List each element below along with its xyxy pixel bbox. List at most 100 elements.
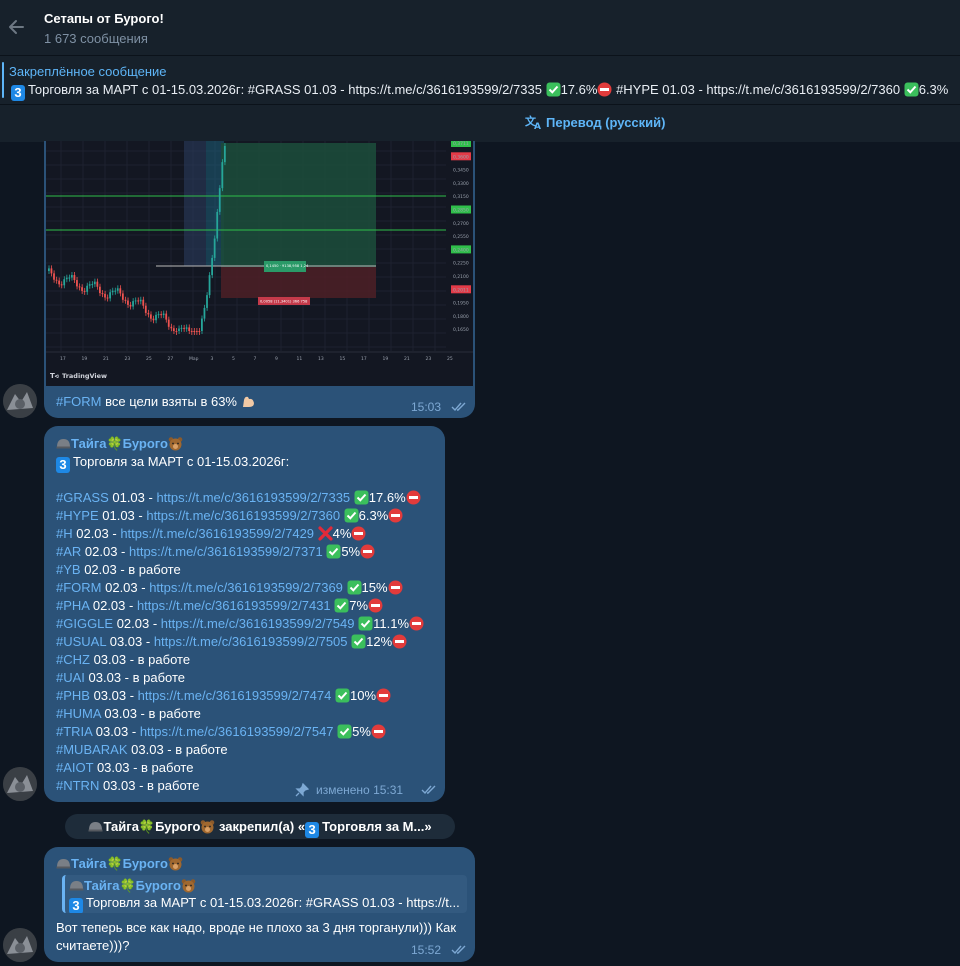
sender-name[interactable]: Тайга🍀Бурого xyxy=(71,856,168,871)
trade-row: #AIOT 03.03 - в работе xyxy=(56,759,441,777)
trade-percent: 4% xyxy=(332,526,352,541)
candle xyxy=(70,275,73,278)
x-tick-label: 19 xyxy=(82,356,88,362)
trade-link[interactable]: https://t.me/c/3616193599/2/7474 xyxy=(138,688,332,703)
candle xyxy=(63,279,66,286)
trade-link[interactable]: https://t.me/c/3616193599/2/7429 xyxy=(120,526,314,541)
message-chart[interactable]: 0,3711 0,3600 0,3450 0,3300 0,3150 0,2850 0,27… xyxy=(44,141,475,418)
hashtag-link[interactable]: #MUBARAK xyxy=(56,742,128,757)
trade-link[interactable]: https://t.me/c/3616193599/2/7369 xyxy=(149,580,343,595)
hashtag-link[interactable]: #FORM xyxy=(56,394,102,409)
avatar[interactable] xyxy=(3,928,37,962)
translate-label: Перевод (русский) xyxy=(546,115,666,130)
trade-link[interactable]: https://t.me/c/3616193599/2/7431 xyxy=(137,598,331,613)
price-label: 0,2550 xyxy=(453,234,469,240)
pinned-service-message[interactable]: Тайга🍀Бурого закрепил(а) «3 Торговля за М… xyxy=(65,814,455,839)
x-tick-label: 3 xyxy=(211,356,214,362)
hashtag-link[interactable]: #AR xyxy=(56,544,81,559)
hashtag-link[interactable]: #H xyxy=(56,526,73,541)
check-mark-icon xyxy=(358,616,373,631)
keycap-3-icon: 3 xyxy=(305,822,320,838)
chat-title[interactable]: Сетапы от Бурого! xyxy=(44,11,164,26)
hashtag-link[interactable]: #HYPE xyxy=(56,508,99,523)
price-label: 0,2011 xyxy=(453,287,469,293)
trade-row: #PHA 02.03 - https://t.me/c/3616193599/2… xyxy=(56,597,441,615)
hashtag-link[interactable]: #HUMA xyxy=(56,706,101,721)
x-tick-label: 23 xyxy=(426,356,432,362)
candle xyxy=(139,299,142,302)
hashtag-link[interactable]: #FORM xyxy=(56,580,102,595)
hashtag-link[interactable]: #USUAL xyxy=(56,634,106,649)
trade-link[interactable]: https://t.me/c/3616193599/2/7549 xyxy=(161,616,355,631)
hashtag-link[interactable]: #UAI xyxy=(56,670,85,685)
no-entry-icon xyxy=(409,616,424,631)
candle xyxy=(93,281,96,285)
trade-link[interactable]: https://t.me/c/3616193599/2/7360 xyxy=(146,508,340,523)
message-trades[interactable]: Тайга🍀Бурого 3 Торговля за МАРТ с 01-15.0… xyxy=(44,426,445,802)
trade-link[interactable]: https://t.me/c/3616193599/2/7505 xyxy=(154,634,348,649)
candle xyxy=(129,304,132,307)
hashtag-link[interactable]: #PHA xyxy=(56,598,89,613)
profit-zone xyxy=(221,143,376,267)
x-tick-label: 17 xyxy=(60,356,66,362)
candle xyxy=(160,314,162,316)
hashtag-link[interactable]: #AIOT xyxy=(56,760,93,775)
trade-list: #GRASS 01.03 - https://t.me/c/3616193599… xyxy=(56,489,441,795)
hashtag-link[interactable]: #YB xyxy=(56,562,81,577)
candle xyxy=(190,331,193,332)
candle xyxy=(83,290,86,292)
no-entry-icon xyxy=(388,508,403,523)
candle xyxy=(81,287,83,291)
trade-date: 03.03 - xyxy=(106,634,154,649)
pin-icon xyxy=(295,783,309,797)
candle xyxy=(152,318,155,321)
tradingview-logo-icon: Τ⪦ xyxy=(50,372,59,380)
reply-quote[interactable]: Тайга🍀Бурого 3 Торговля за МАРТ с 01-15.0… xyxy=(62,875,467,913)
hashtag-link[interactable]: #NTRN xyxy=(56,778,99,793)
candle xyxy=(201,318,203,331)
helmet-icon xyxy=(69,878,84,893)
trade-link[interactable]: https://t.me/c/3616193599/2/7547 xyxy=(140,724,334,739)
candle xyxy=(147,312,150,315)
candle xyxy=(127,300,129,305)
candle xyxy=(73,275,76,281)
avatar[interactable] xyxy=(3,767,37,801)
trade-date: 02.03 - xyxy=(113,616,161,631)
candle xyxy=(99,286,101,294)
chart-image[interactable]: 0,3711 0,3600 0,3450 0,3300 0,3150 0,2850 0,27… xyxy=(46,141,473,386)
sender-line: Тайга🍀Бурого xyxy=(56,855,183,873)
back-arrow-icon[interactable] xyxy=(6,13,28,41)
candle xyxy=(76,280,78,287)
candle xyxy=(167,319,170,327)
trade-link[interactable]: https://t.me/c/3616193599/2/7335 xyxy=(156,490,350,505)
hashtag-link[interactable]: #GIGGLE xyxy=(56,616,113,631)
reply-text: 3 Торговля за МАРТ с 01-15.03.2026г: #GRA… xyxy=(69,895,460,913)
hashtag-link[interactable]: #GRASS xyxy=(56,490,109,505)
hashtag-link[interactable]: #PHB xyxy=(56,688,90,703)
message-reply[interactable]: Тайга🍀Бурого Тайга🍀Бурого 3 Торговля за М… xyxy=(44,847,475,962)
price-label: 0,1650 xyxy=(453,327,469,333)
translate-bar[interactable]: 文 A Перевод (русский) xyxy=(0,104,960,142)
trade-date: 01.03 - xyxy=(98,508,147,523)
x-tick-label: 9 xyxy=(275,356,278,362)
candle xyxy=(58,280,60,285)
helmet-icon xyxy=(56,856,71,871)
x-tick-label: 5 xyxy=(232,356,235,362)
sender-name[interactable]: Тайга🍀Бурого xyxy=(71,436,168,451)
hashtag-link[interactable]: #CHZ xyxy=(56,652,90,667)
x-tick-label: 21 xyxy=(404,356,410,362)
hashtag-link[interactable]: #TRIA xyxy=(56,724,92,739)
check-mark-icon xyxy=(904,82,919,97)
candle xyxy=(48,268,50,271)
avatar[interactable] xyxy=(3,384,37,418)
trade-link[interactable]: https://t.me/c/3616193599/2/7371 xyxy=(129,544,323,559)
candle xyxy=(211,257,213,276)
pinned-message-bar[interactable]: Закреплённое сообщение 3 Торговля за МАРТ… xyxy=(0,55,960,104)
message-time: 15:52 xyxy=(411,943,442,957)
trade-date: 03.03 - xyxy=(89,688,138,703)
pinned-title: Закреплённое сообщение xyxy=(9,64,167,79)
flexed-biceps-icon xyxy=(241,394,256,409)
translate-button[interactable]: 文 A Перевод (русский) xyxy=(525,115,665,130)
candle xyxy=(203,307,206,319)
candle xyxy=(65,277,68,280)
